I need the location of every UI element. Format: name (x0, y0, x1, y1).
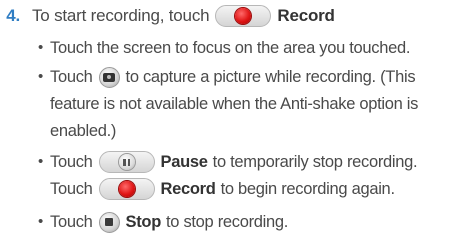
line2-prefix: Touch (50, 180, 93, 198)
bullet-pause: • Touch Pause to temporarily stop record… (38, 148, 418, 176)
bullet-stop: • Touch Stop to stop recording. (38, 208, 288, 236)
record-button-icon (215, 5, 272, 27)
bullet-focus: • Touch the screen to focus on the area … (38, 34, 410, 62)
record-label: Record (160, 180, 216, 198)
bullet-prefix: Touch (50, 153, 93, 171)
bullet-prefix: Touch (50, 68, 93, 86)
record-dot-icon (235, 8, 252, 24)
step-text: To start recording, touch (32, 6, 210, 25)
bullet-mark: • (38, 39, 43, 56)
bullet-mark: • (38, 213, 43, 230)
pause-button-icon (98, 151, 155, 173)
record-label: Record (277, 6, 335, 25)
bullet-mark: • (38, 153, 43, 170)
step-4: 4. To start recording, touch Record (0, 2, 335, 30)
step-number: 4. (6, 6, 20, 25)
bullet-text: to stop recording. (166, 213, 289, 231)
bullet-prefix: Touch (50, 213, 93, 231)
bullet-mark: • (38, 68, 43, 85)
stop-label: Stop (125, 213, 162, 231)
bullet-text: Touch the screen to focus on the area yo… (50, 39, 411, 57)
line2-text: to begin recording again. (220, 180, 395, 198)
bullet-text: to capture a picture while recording. (T… (125, 68, 416, 86)
pause-label: Pause (160, 153, 208, 171)
stop-icon (98, 211, 120, 233)
bullet-capture: • Touch to capture a picture while recor… (38, 63, 416, 91)
bullet-text: to temporarily stop recording. (212, 153, 418, 171)
pause-icon (118, 154, 135, 170)
bullet-capture-line3: enabled.) (50, 122, 117, 140)
camera-icon (98, 66, 120, 88)
instruction-page: 4. To start recording, touch Record • To… (0, 0, 459, 246)
record-button-icon (98, 178, 155, 200)
record-dot-icon (118, 181, 135, 197)
bullet-capture-line2: feature is not available when the Anti-s… (50, 95, 419, 113)
bullet-pause-line2: Touch Record to begin recording again. (50, 175, 395, 203)
